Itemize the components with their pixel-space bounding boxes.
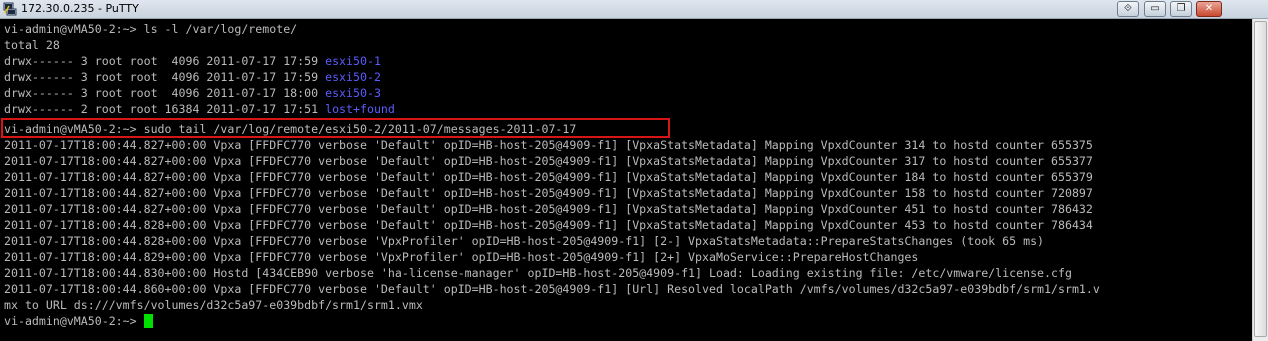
terminal-line: 2011-07-17T18:00:44.830+00:00 Hostd [434… bbox=[4, 266, 1072, 280]
dir-entry-meta: drwx------ 2 root root 16384 2011-07-17 … bbox=[4, 102, 326, 116]
minimize-icon: ▭ bbox=[1150, 3, 1160, 14]
terminal-line: 2011-07-17T18:00:44.827+00:00 Vpxa [FFDF… bbox=[4, 186, 1093, 200]
maximize-icon: ❐ bbox=[1176, 3, 1186, 14]
terminal-line: drwx------ 2 root root 16384 2011-07-17 … bbox=[4, 101, 395, 117]
prompt: vi-admin@vMA50-2:~> bbox=[4, 314, 144, 328]
terminal-line: 2011-07-17T18:00:44.860+00:00 Vpxa [FFDF… bbox=[4, 282, 1100, 296]
terminal-line: 2011-07-17T18:00:44.829+00:00 Vpxa [FFDF… bbox=[4, 250, 919, 264]
close-button[interactable]: ✕ bbox=[1196, 1, 1222, 17]
vertical-scrollbar[interactable] bbox=[1252, 19, 1268, 341]
scrollbar-thumb[interactable] bbox=[1254, 21, 1267, 337]
terminal-line: 2011-07-17T18:00:44.828+00:00 Vpxa [FFDF… bbox=[4, 218, 1093, 232]
dir-entry-meta: drwx------ 3 root root 4096 2011-07-17 1… bbox=[4, 86, 326, 100]
dir-entry-name: esxi50-2 bbox=[325, 70, 381, 84]
dir-entry-name: esxi50-1 bbox=[325, 54, 381, 68]
terminal-line: 2011-07-17T18:00:44.827+00:00 Vpxa [FFDF… bbox=[4, 202, 1093, 216]
title-bar[interactable]: 172.30.0.235 - PuTTY ⟐ ▭ ❐ ✕ bbox=[0, 0, 1268, 19]
terminal-line: drwx------ 3 root root 4096 2011-07-17 1… bbox=[4, 53, 381, 69]
restore-icon: ⟐ bbox=[1124, 3, 1132, 14]
dir-entry-meta: drwx------ 3 root root 4096 2011-07-17 1… bbox=[4, 70, 326, 84]
dir-entry-name: lost+found bbox=[325, 102, 395, 116]
putty-app-icon[interactable] bbox=[3, 2, 17, 16]
terminal-line: total 28 bbox=[4, 38, 60, 52]
minimize-button[interactable]: ▭ bbox=[1144, 1, 1166, 17]
terminal-line: vi-admin@vMA50-2:~> ls -l /var/log/remot… bbox=[4, 22, 298, 36]
command-highlight-box bbox=[1, 118, 670, 138]
window-title: 172.30.0.235 - PuTTY bbox=[21, 2, 139, 15]
terminal-line: 2011-07-17T18:00:44.827+00:00 Vpxa [FFDF… bbox=[4, 138, 1093, 152]
close-icon: ✕ bbox=[1204, 3, 1214, 14]
terminal-line: 2011-07-17T18:00:44.827+00:00 Vpxa [FFDF… bbox=[4, 170, 1093, 184]
dir-entry-meta: drwx------ 3 root root 4096 2011-07-17 1… bbox=[4, 54, 326, 68]
terminal-line: drwx------ 3 root root 4096 2011-07-17 1… bbox=[4, 85, 381, 101]
terminal-line: mx to URL ds:///vmfs/volumes/d32c5a97-e0… bbox=[4, 298, 423, 312]
restore-button[interactable]: ⟐ bbox=[1117, 1, 1139, 17]
terminal-prompt-line[interactable]: vi-admin@vMA50-2:~> bbox=[4, 313, 153, 329]
text-cursor bbox=[143, 314, 153, 328]
terminal-line: 2011-07-17T18:00:44.828+00:00 Vpxa [FFDF… bbox=[4, 234, 1045, 248]
terminal-output[interactable]: vi-admin@vMA50-2:~> ls -l /var/log/remot… bbox=[0, 19, 1252, 341]
terminal-line: drwx------ 3 root root 4096 2011-07-17 1… bbox=[4, 69, 381, 85]
maximize-button[interactable]: ❐ bbox=[1170, 1, 1192, 17]
putty-window: 172.30.0.235 - PuTTY ⟐ ▭ ❐ ✕ vi-admin@vM… bbox=[0, 0, 1268, 341]
terminal-line: 2011-07-17T18:00:44.827+00:00 Vpxa [FFDF… bbox=[4, 154, 1093, 168]
dir-entry-name: esxi50-3 bbox=[325, 86, 381, 100]
